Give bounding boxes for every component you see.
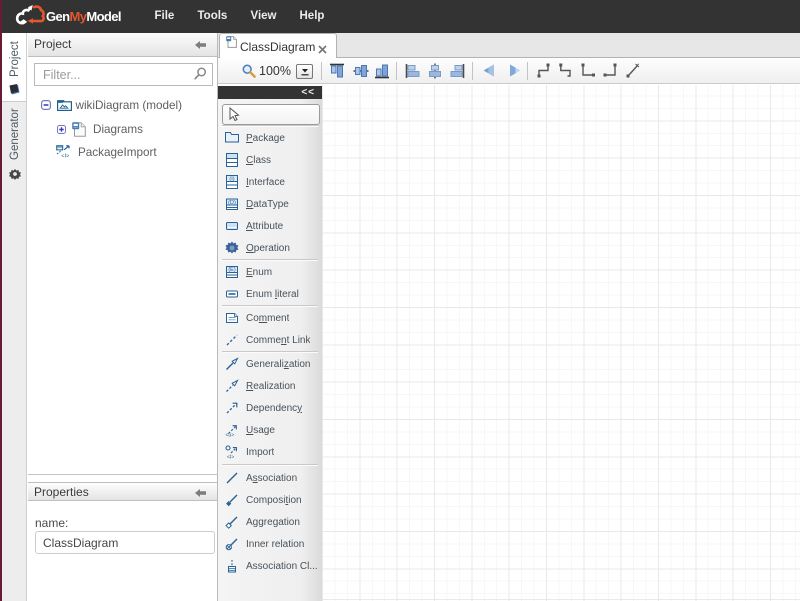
svg-text:<I>: <I>: [61, 153, 69, 158]
svg-text:<u>: <u>: [226, 433, 235, 438]
svg-text:<I>: <I>: [227, 455, 234, 460]
